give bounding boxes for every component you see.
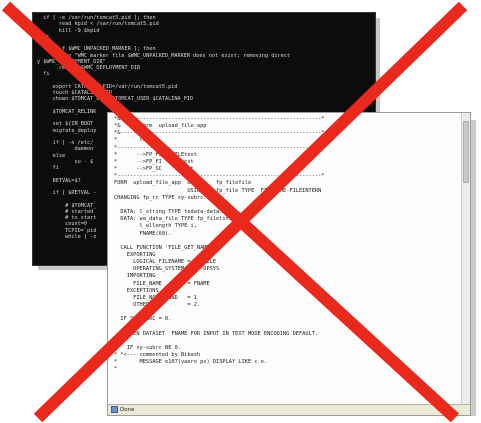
red-cross-overlay [1, 1, 468, 423]
cross-stroke-left [1, 1, 460, 423]
cross-stroke-right [33, 1, 468, 423]
